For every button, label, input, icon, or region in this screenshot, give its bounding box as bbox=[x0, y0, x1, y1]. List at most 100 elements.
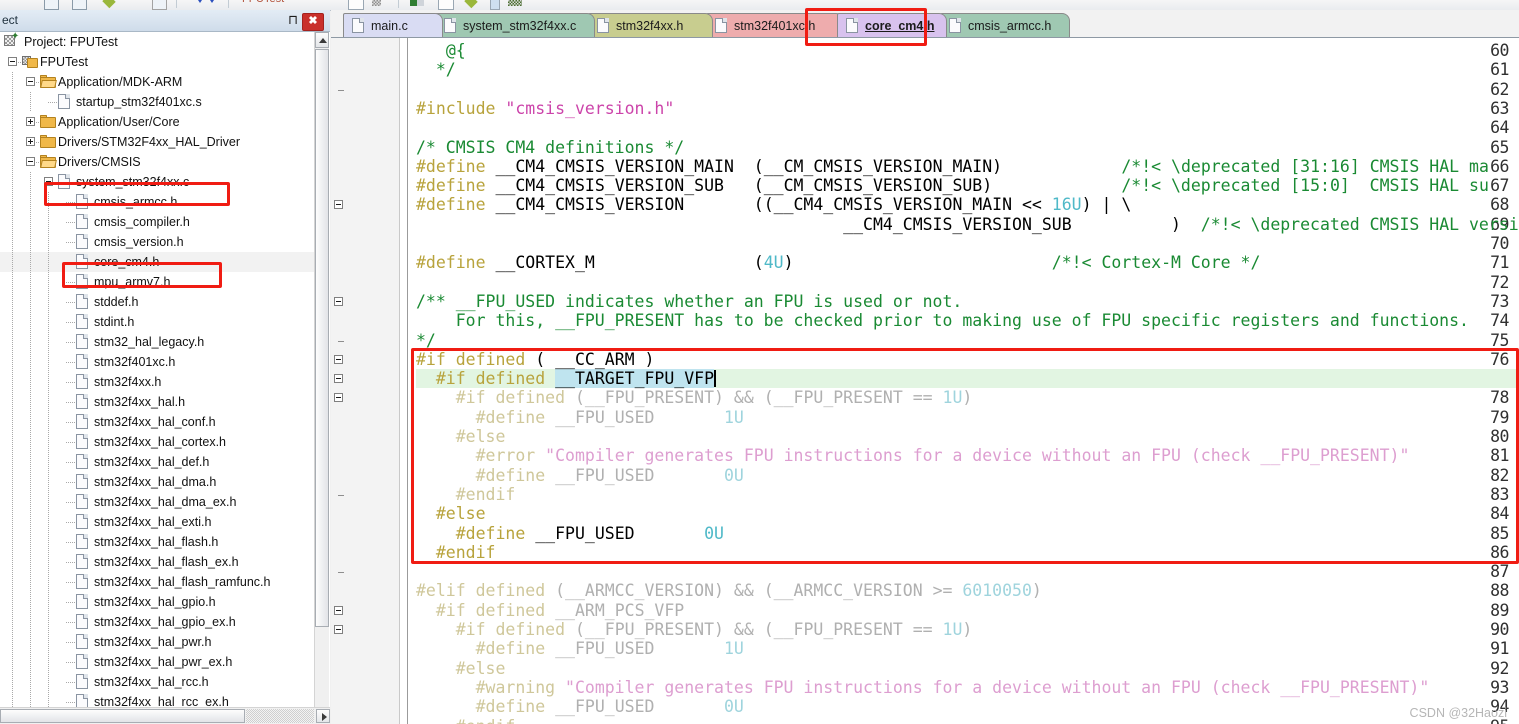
toolbar-box-3[interactable] bbox=[490, 0, 500, 10]
code-line[interactable]: #else bbox=[416, 659, 505, 678]
editor-tab-main-c[interactable]: main.c bbox=[343, 13, 443, 38]
tree-item-application-user-core[interactable]: Application/User/Core bbox=[0, 112, 314, 132]
scroll-right-button[interactable] bbox=[316, 709, 330, 723]
fold-collapse-icon[interactable] bbox=[334, 393, 343, 402]
expand-icon[interactable] bbox=[26, 137, 35, 146]
tree-item-stm32f4xx-hal-flash-ramfunc-h[interactable]: stm32f4xx_hal_flash_ramfunc.h bbox=[0, 572, 314, 592]
vertical-scroll-thumb[interactable] bbox=[315, 49, 329, 627]
horizontal-scroll-thumb[interactable] bbox=[0, 709, 245, 723]
fold-collapse-icon[interactable] bbox=[334, 355, 343, 364]
tree-item-system-stm32f4xx-c[interactable]: system_stm32f4xx.c bbox=[0, 172, 314, 192]
fold-collapse-icon[interactable] bbox=[334, 625, 343, 634]
fold-collapse-icon[interactable] bbox=[334, 374, 343, 383]
fold-collapse-icon[interactable] bbox=[334, 606, 343, 615]
tree-item-stm32f4xx-hal-flash-h[interactable]: stm32f4xx_hal_flash.h bbox=[0, 532, 314, 552]
build-icon[interactable] bbox=[410, 0, 424, 6]
code-line[interactable]: #if defined (__FPU_PRESENT) && (__FPU_PR… bbox=[416, 388, 972, 407]
code-line[interactable]: /* CMSIS CM4 definitions */ bbox=[416, 138, 684, 157]
tree-item-cmsis-armcc-h[interactable]: cmsis_armcc.h bbox=[0, 192, 314, 212]
tree-item-stm32f4xx-hal-def-h[interactable]: stm32f4xx_hal_def.h bbox=[0, 452, 314, 472]
tree-item-cmsis-version-h[interactable]: cmsis_version.h bbox=[0, 232, 314, 252]
toolbar-grid-icon[interactable] bbox=[372, 0, 381, 6]
toolbar-icon-1[interactable] bbox=[44, 0, 59, 10]
code-line[interactable]: #if defined (__FPU_PRESENT) && (__FPU_PR… bbox=[416, 620, 972, 639]
code-line[interactable]: @{ bbox=[416, 41, 466, 60]
tree-item-application-mdk-arm[interactable]: Application/MDK-ARM bbox=[0, 72, 314, 92]
collapse-icon[interactable] bbox=[26, 157, 35, 166]
collapse-icon[interactable] bbox=[8, 57, 17, 66]
code-line[interactable]: */ bbox=[416, 331, 436, 350]
tree-item-stddef-h[interactable]: stddef.h bbox=[0, 292, 314, 312]
code-line[interactable]: #endif bbox=[416, 717, 515, 724]
tree-item-stm32f401xc-h[interactable]: stm32f401xc.h bbox=[0, 352, 314, 372]
code-line[interactable]: #error "Compiler generates FPU instructi… bbox=[416, 446, 1409, 465]
editor-tab-core-cm4-h[interactable]: core_cm4.h bbox=[837, 13, 947, 38]
code-line[interactable]: #elif defined (__ARMCC_VERSION) && (__AR… bbox=[416, 581, 1042, 600]
toolbar-icon-2[interactable] bbox=[72, 0, 87, 10]
code-editor[interactable]: 6061626364656667686970717273747576777879… bbox=[331, 38, 1519, 724]
tree-item-mpu-armv7-h[interactable]: mpu_armv7.h bbox=[0, 272, 314, 292]
collapse-icon[interactable] bbox=[26, 77, 35, 86]
tree-item-stm32f4xx-hal-flash-ex-h[interactable]: stm32f4xx_hal_flash_ex.h bbox=[0, 552, 314, 572]
editor-tab-stm32f4xx-h[interactable]: stm32f4xx.h bbox=[588, 13, 713, 38]
code-line[interactable]: #if defined ( __CC_ARM ) bbox=[416, 350, 654, 369]
editor-tab-system-stm32f4xx-c[interactable]: system_stm32f4xx.c bbox=[435, 13, 595, 38]
code-line[interactable]: #endif bbox=[416, 543, 495, 562]
project-horizontal-scrollbar[interactable] bbox=[0, 707, 330, 724]
code-line[interactable]: For this, __FPU_PRESENT has to be checke… bbox=[416, 311, 1469, 330]
collapse-icon[interactable] bbox=[44, 177, 53, 186]
code-line[interactable]: #define __FPU_USED 0U bbox=[416, 524, 724, 543]
code-line[interactable]: #if defined __ARM_PCS_VFP bbox=[416, 601, 684, 620]
code-line[interactable]: #if defined __TARGET_FPU_VFP bbox=[416, 369, 714, 388]
horizontal-scroll-track[interactable] bbox=[246, 709, 314, 723]
tree-item-stm32f4xx-hal-h[interactable]: stm32f4xx_hal.h bbox=[0, 392, 314, 412]
bookmark-icon[interactable] bbox=[102, 0, 115, 8]
tree-item-stm32f4xx-hal-exti-h[interactable]: stm32f4xx_hal_exti.h bbox=[0, 512, 314, 532]
pin-icon[interactable]: ⊓ bbox=[284, 13, 300, 29]
project-vertical-scrollbar[interactable] bbox=[314, 32, 329, 712]
down-arrow-icon-2[interactable] bbox=[208, 0, 216, 3]
tree-item-stm32f4xx-h[interactable]: stm32f4xx.h bbox=[0, 372, 314, 392]
tree-item-stm32-hal-legacy-h[interactable]: stm32_hal_legacy.h bbox=[0, 332, 314, 352]
code-line[interactable]: #else bbox=[416, 504, 486, 523]
code-line[interactable]: #define __FPU_USED 1U bbox=[416, 408, 744, 427]
expand-icon[interactable] bbox=[26, 117, 35, 126]
code-line[interactable]: #define __FPU_USED 1U bbox=[416, 639, 744, 658]
tree-item-stm32f4xx-hal-gpio-ex-h[interactable]: stm32f4xx_hal_gpio_ex.h bbox=[0, 612, 314, 632]
editor-tab-stm32f401xc-h[interactable]: stm32f401xc.h bbox=[706, 13, 844, 38]
tree-item-cmsis-compiler-h[interactable]: cmsis_compiler.h bbox=[0, 212, 314, 232]
tree-item-stdint-h[interactable]: stdint.h bbox=[0, 312, 314, 332]
fold-collapse-icon[interactable] bbox=[334, 200, 343, 209]
code-line[interactable]: #include "cmsis_version.h" bbox=[416, 99, 674, 118]
code-line[interactable]: #warning "Compiler generates FPU instruc… bbox=[416, 678, 1429, 697]
tree-item-core-cm4-h[interactable]: core_cm4.h bbox=[0, 252, 314, 272]
tree-item-stm32f4xx-hal-gpio-h[interactable]: stm32f4xx_hal_gpio.h bbox=[0, 592, 314, 612]
tree-item-fputest[interactable]: FPUTest bbox=[0, 52, 314, 72]
tree-item-stm32f4xx-hal-dma-ex-h[interactable]: stm32f4xx_hal_dma_ex.h bbox=[0, 492, 314, 512]
tree-item-startup-stm32f401xc-s[interactable]: startup_stm32f401xc.s bbox=[0, 92, 314, 112]
project-tree-scroll[interactable]: ✦Project: FPUTestFPUTestApplication/MDK-… bbox=[0, 32, 330, 712]
code-line[interactable]: #define __FPU_USED 0U bbox=[416, 466, 744, 485]
code-line[interactable]: /** __FPU_USED indicates whether an FPU … bbox=[416, 292, 962, 311]
code-line[interactable]: #define __CM4_CMSIS_VERSION_MAIN (__CM_C… bbox=[416, 157, 1489, 176]
tree-item-stm32f4xx-hal-dma-h[interactable]: stm32f4xx_hal_dma.h bbox=[0, 472, 314, 492]
code-line[interactable]: #define __CM4_CMSIS_VERSION_SUB (__CM_CM… bbox=[416, 176, 1489, 195]
code-line[interactable]: */ bbox=[416, 60, 456, 79]
toolbar-icon-3[interactable] bbox=[152, 0, 167, 10]
editor-tab-cmsis-armcc-h[interactable]: cmsis_armcc.h bbox=[940, 13, 1070, 38]
code-line[interactable]: #else bbox=[416, 427, 505, 446]
toolbar-icon-4[interactable] bbox=[508, 0, 522, 6]
tree-item-stm32f4xx-hal-pwr-h[interactable]: stm32f4xx_hal_pwr.h bbox=[0, 632, 314, 652]
tree-item-drivers-stm32f4xx-hal-driver[interactable]: Drivers/STM32F4xx_HAL_Driver bbox=[0, 132, 314, 152]
project-root-row[interactable]: ✦Project: FPUTest bbox=[0, 32, 314, 52]
down-arrow-icon-1[interactable] bbox=[196, 0, 204, 3]
toolbar-box-2[interactable] bbox=[438, 0, 454, 10]
tree-item-stm32f4xx-hal-pwr-ex-h[interactable]: stm32f4xx_hal_pwr_ex.h bbox=[0, 652, 314, 672]
close-icon[interactable]: ✖ bbox=[302, 13, 324, 31]
code-line[interactable]: #define __CM4_CMSIS_VERSION ((__CM4_CMSI… bbox=[416, 195, 1131, 214]
code-line[interactable]: __CM4_CMSIS_VERSION_SUB ) /*!< \deprecat… bbox=[416, 215, 1519, 234]
code-line[interactable]: #define __CORTEX_M (4U) /*!< Cortex-M Co… bbox=[416, 253, 1260, 272]
code-line[interactable]: #define __FPU_USED 0U bbox=[416, 697, 744, 716]
toolbar-box-1[interactable] bbox=[348, 0, 364, 10]
tree-item-stm32f4xx-hal-cortex-h[interactable]: stm32f4xx_hal_cortex.h bbox=[0, 432, 314, 452]
